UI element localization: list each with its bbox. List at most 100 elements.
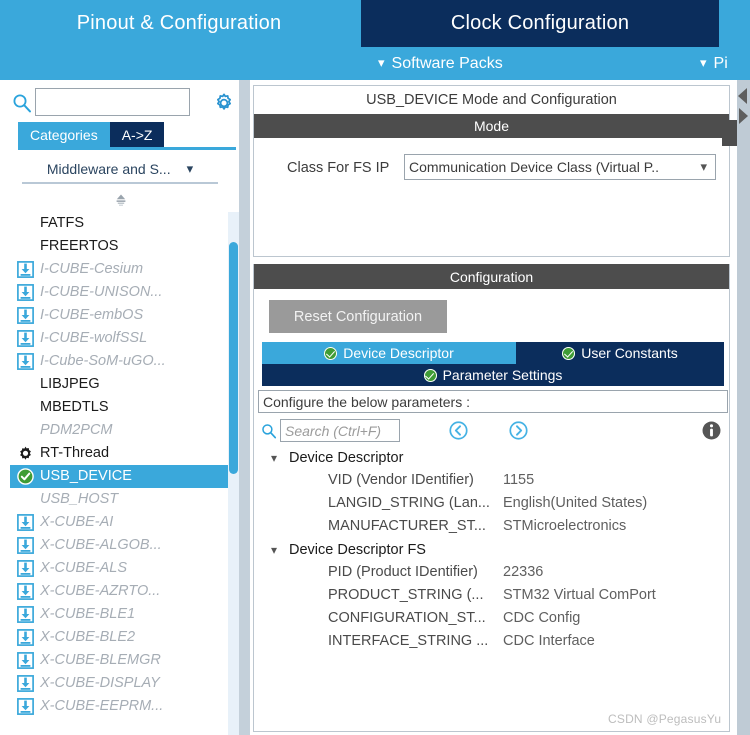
sidebar-search-row	[0, 84, 238, 120]
class-for-fs-ip-label: Class For FS IP	[287, 160, 390, 176]
parameter-row[interactable]: PRODUCT_STRING (... STM32 Virtual ComPort	[258, 584, 728, 607]
tree-item-usb-device[interactable]: USB_DEVICE	[10, 465, 228, 488]
tree-item-label: I-CUBE-Cesium	[40, 261, 144, 277]
chevron-down-icon: ▾	[378, 55, 385, 70]
class-for-fs-ip-value: Communication Device Class (Virtual P..	[409, 159, 660, 175]
tree-item-pdm2pcm[interactable]: PDM2PCM	[10, 419, 228, 442]
parameter-group-label: Device Descriptor	[289, 449, 404, 466]
tree-item-freertos[interactable]: FREERTOS	[10, 235, 228, 258]
chevron-down-icon[interactable]: ▾	[271, 538, 277, 561]
parameter-value[interactable]: 22336	[503, 561, 543, 584]
previous-icon[interactable]	[448, 420, 469, 441]
search-icon[interactable]	[261, 423, 277, 439]
scroll-right-arrow-icon[interactable]	[739, 108, 748, 124]
download-icon	[17, 537, 34, 554]
component-sidebar: Categories A->Z Middleware and S... ▾ FA…	[0, 80, 239, 735]
parameter-value[interactable]: STMicroelectronics	[503, 515, 626, 538]
tree-item-usb-host[interactable]: USB_HOST	[10, 488, 228, 511]
tab-user-constants-label: User Constants	[581, 345, 678, 361]
chevron-down-icon: ▾	[700, 55, 707, 70]
download-icon	[17, 629, 34, 646]
tree-item-label: X-CUBE-BLE2	[40, 629, 136, 645]
category-tabs-underline	[18, 147, 236, 150]
tree-item-i-cube-wolfssl[interactable]: I-CUBE-wolfSSL	[10, 327, 228, 350]
tree-item-i-cube-som-ugo[interactable]: I-Cube-SoM-uGO...	[10, 350, 228, 373]
parameter-name: PRODUCT_STRING (...	[328, 587, 484, 603]
tree-item-x-cube-blemgr[interactable]: X-CUBE-BLEMGR	[10, 649, 228, 672]
tree-item-x-cube-azrto[interactable]: X-CUBE-AZRTO...	[10, 580, 228, 603]
mode-panel: USB_DEVICE Mode and Configuration Mode C…	[253, 85, 730, 257]
sub-tab-bar: ▾ Software Packs ▾ Pi	[0, 47, 750, 80]
tree-item-label: PDM2PCM	[40, 422, 113, 438]
parameter-group-header[interactable]: ▾ Device Descriptor FS	[258, 538, 728, 561]
class-for-fs-ip-select[interactable]: Communication Device Class (Virtual P.. …	[404, 154, 716, 180]
download-icon	[17, 330, 34, 347]
tree-item-mbedtls[interactable]: MBEDTLS	[10, 396, 228, 419]
info-icon[interactable]	[701, 420, 722, 441]
parameter-row[interactable]: LANGID_STRING (Lan... English(United Stat…	[258, 492, 728, 515]
tree-item-x-cube-als[interactable]: X-CUBE-ALS	[10, 557, 228, 580]
tree-item-label: X-CUBE-DISPLAY	[40, 675, 160, 691]
reset-configuration-button[interactable]: Reset Configuration	[269, 300, 447, 333]
tab-clock-configuration[interactable]: Clock Configuration	[361, 0, 719, 47]
parameter-row[interactable]: INTERFACE_STRING ... CDC Interface	[258, 630, 728, 653]
gear-icon[interactable]	[213, 92, 235, 114]
tree-item-rt-thread[interactable]: RT-Thread	[10, 442, 228, 465]
parameter-row[interactable]: MANUFACTURER_ST... STMicroelectronics	[258, 515, 728, 538]
gear-icon	[17, 445, 34, 462]
search-input[interactable]	[35, 88, 190, 116]
next-icon[interactable]	[508, 420, 529, 441]
tab-pinout-and-configuration[interactable]: Pinout & Configuration	[0, 0, 358, 47]
tree-item-x-cube-eeprm[interactable]: X-CUBE-EEPRM...	[10, 695, 228, 718]
sidebar-scrollbar-thumb[interactable]	[229, 242, 238, 474]
scroll-left-arrow-icon[interactable]	[738, 88, 747, 104]
search-icon[interactable]	[12, 93, 32, 113]
parameter-row[interactable]: PID (Product IDentifier) 22336	[258, 561, 728, 584]
parameter-list[interactable]: ▾ Device Descriptor VID (Vendor IDentifier…	[258, 446, 728, 696]
tree-item-libjpeg[interactable]: LIBJPEG	[10, 373, 228, 396]
check-icon	[17, 468, 34, 485]
chevron-down-icon[interactable]: ▾	[271, 446, 277, 469]
tab-parameter-settings[interactable]: Parameter Settings	[262, 364, 724, 386]
menu-pinout-partial[interactable]: ▾ Pi	[700, 47, 728, 80]
tree-item-label: LIBJPEG	[40, 376, 100, 392]
parameter-value[interactable]: English(United States)	[503, 492, 647, 515]
parameter-name: INTERFACE_STRING ...	[328, 633, 489, 649]
tab-user-constants[interactable]: User Constants	[516, 342, 724, 364]
parameter-value[interactable]: 1155	[503, 469, 534, 492]
parameter-row[interactable]: VID (Vendor IDentifier) 1155	[258, 469, 728, 492]
panel-divider[interactable]	[239, 80, 250, 735]
tree-item-x-cube-ble2[interactable]: X-CUBE-BLE2	[10, 626, 228, 649]
parameter-search-input[interactable]: Search (Ctrl+F)	[280, 419, 400, 442]
collapse-expand-handle[interactable]	[112, 192, 130, 210]
tree-item-i-cube-embos[interactable]: I-CUBE-embOS	[10, 304, 228, 327]
parameter-value[interactable]: CDC Config	[503, 607, 580, 630]
parameter-value[interactable]: CDC Interface	[503, 630, 595, 653]
tree-item-x-cube-ai[interactable]: X-CUBE-AI	[10, 511, 228, 534]
parameter-value[interactable]: STM32 Virtual ComPort	[503, 584, 656, 607]
tree-item-x-cube-display[interactable]: X-CUBE-DISPLAY	[10, 672, 228, 695]
watermark-text: CSDN @PegasusYu	[608, 712, 722, 726]
tab-a-to-z[interactable]: A->Z	[109, 122, 165, 147]
tree-item-x-cube-algob[interactable]: X-CUBE-ALGOB...	[10, 534, 228, 557]
category-select-middleware[interactable]: Middleware and S... ▾	[22, 156, 218, 184]
tree-item-x-cube-ble1[interactable]: X-CUBE-BLE1	[10, 603, 228, 626]
parameter-row[interactable]: CONFIGURATION_ST... CDC Config	[258, 607, 728, 630]
tab-categories[interactable]: Categories	[18, 122, 110, 147]
component-tree[interactable]: FATFS FREERTOS I-CUBE-Cesium I-CUBE-UNISON.…	[10, 212, 228, 735]
category-select-label: Middleware and S...	[46, 161, 171, 177]
software-packs-label: Software Packs	[391, 54, 503, 72]
configuration-section-header: Configuration	[254, 264, 729, 289]
parameter-group-header[interactable]: ▾ Device Descriptor	[258, 446, 728, 469]
download-icon	[17, 583, 34, 600]
tab-next-partial[interactable]	[722, 0, 750, 47]
mode-section-header: Mode	[254, 114, 729, 138]
configuration-panel: Configuration Reset Configuration Device…	[253, 264, 730, 732]
tree-item-i-cube-cesium[interactable]: I-CUBE-Cesium	[10, 258, 228, 281]
tree-item-fatfs[interactable]: FATFS	[10, 212, 228, 235]
tab-device-descriptor[interactable]: Device Descriptor	[262, 342, 516, 364]
tree-item-label: I-CUBE-UNISON...	[40, 284, 163, 300]
tree-item-i-cube-unison[interactable]: I-CUBE-UNISON...	[10, 281, 228, 304]
check-icon	[423, 368, 437, 382]
menu-software-packs[interactable]: ▾ Software Packs	[378, 47, 503, 80]
